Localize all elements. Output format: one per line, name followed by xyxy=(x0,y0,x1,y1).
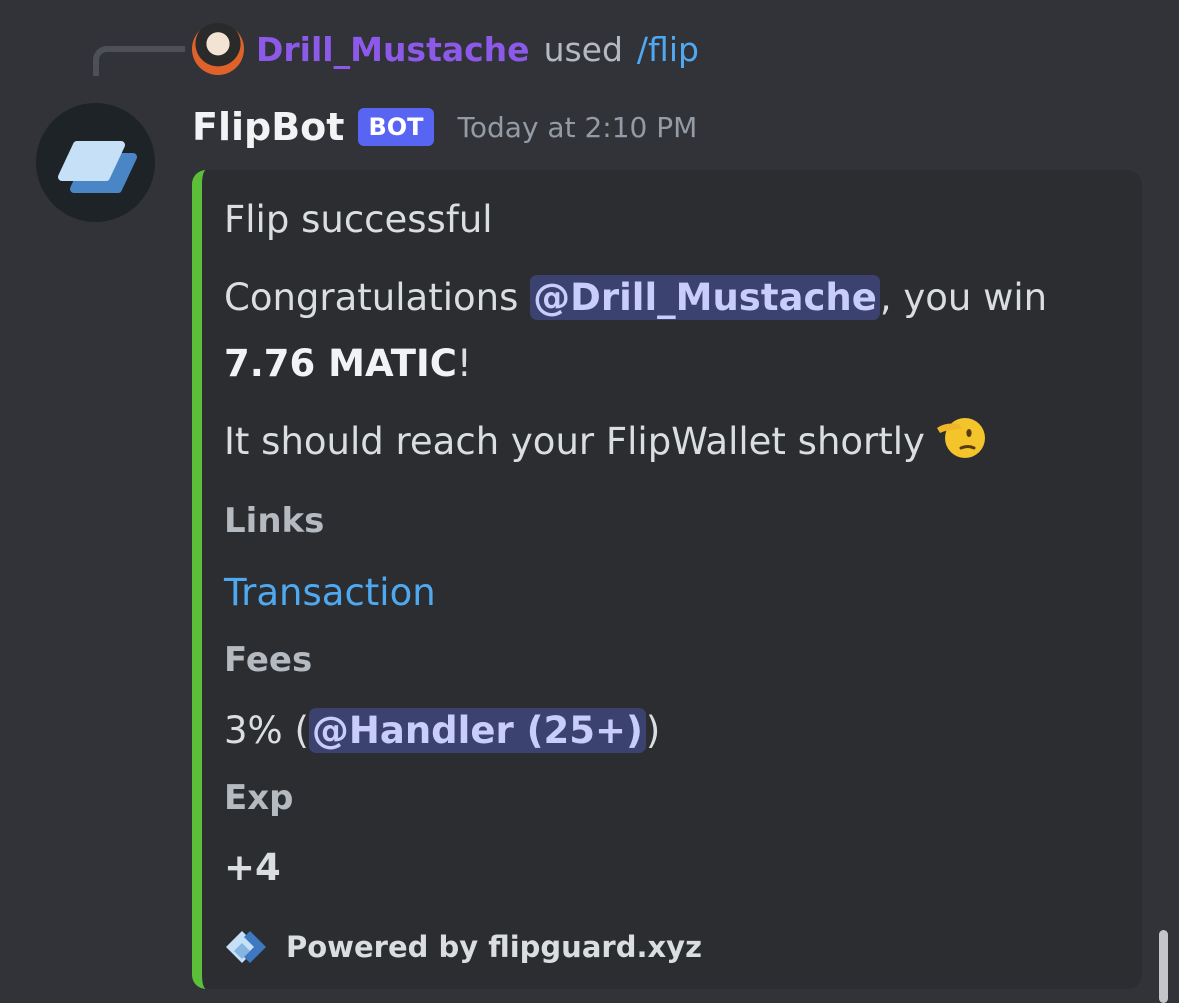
role-mention[interactable]: @Handler (25+) xyxy=(308,708,646,753)
reply-used-label: used xyxy=(543,29,623,69)
message-header: FlipBot BOT Today at 2:10 PM xyxy=(192,100,697,154)
congrats-prefix: Congratulations xyxy=(224,276,531,319)
fees-prefix: 3% ( xyxy=(224,709,309,752)
wallet-message: It should reach your FlipWallet shortly xyxy=(224,420,925,463)
embed-description-line-2: 7.76 MATIC! xyxy=(224,342,472,385)
embed-footer: Powered by flipguard.xyz xyxy=(224,925,702,969)
embed-card: Flip successful Congratulations @Drill_M… xyxy=(192,170,1142,989)
reply-user-avatar[interactable] xyxy=(192,23,244,75)
flipguard-logo-icon xyxy=(226,931,266,963)
author-name[interactable]: FlipBot xyxy=(192,105,344,149)
bot-badge: BOT xyxy=(358,108,434,146)
reply-reference[interactable]: Drill_Mustache used /flip xyxy=(192,23,699,75)
scrollbar-thumb[interactable] xyxy=(1159,930,1168,1003)
field-exp-name: Exp xyxy=(224,778,294,818)
win-amount-suffix: ! xyxy=(456,342,472,385)
saluting-face-icon xyxy=(936,418,985,458)
field-links-name: Links xyxy=(224,501,325,541)
fees-suffix: ) xyxy=(645,709,661,752)
embed-title: Flip successful xyxy=(224,198,493,241)
message-timestamp[interactable]: Today at 2:10 PM xyxy=(458,111,698,144)
embed-description-line-1: Congratulations @Drill_Mustache, you win xyxy=(224,275,1048,320)
reply-username[interactable]: Drill_Mustache xyxy=(256,30,530,69)
flipbot-logo-icon xyxy=(58,141,137,193)
bot-avatar[interactable] xyxy=(36,103,155,222)
embed-description-line-3: It should reach your FlipWallet shortly xyxy=(224,414,985,463)
field-exp-value: +4 xyxy=(224,846,281,889)
congrats-suffix: , you win xyxy=(879,276,1048,319)
field-fees-value: 3% (@Handler (25+)) xyxy=(224,708,661,753)
reply-command[interactable]: /flip xyxy=(637,30,699,69)
transaction-link[interactable]: Transaction xyxy=(224,571,436,614)
field-fees-name: Fees xyxy=(224,640,313,680)
win-amount: 7.76 MATIC xyxy=(224,342,457,385)
footer-text: Powered by flipguard.xyz xyxy=(286,930,702,964)
user-mention[interactable]: @Drill_Mustache xyxy=(530,275,880,320)
reply-connector xyxy=(93,46,185,76)
